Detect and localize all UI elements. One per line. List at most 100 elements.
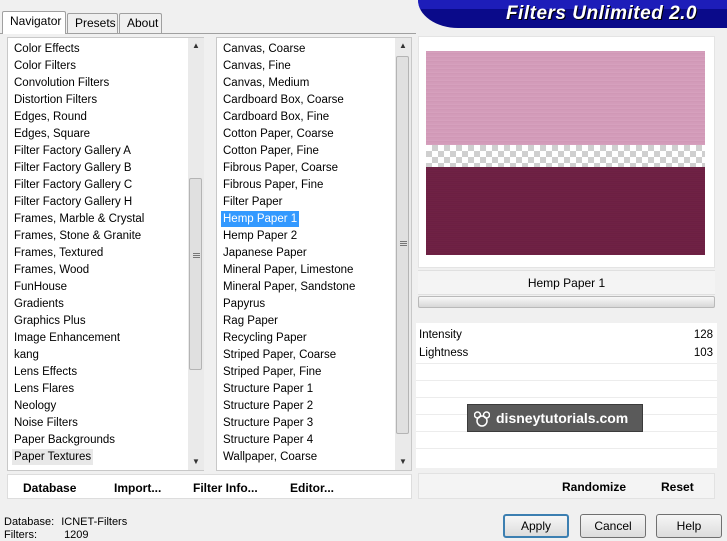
category-item[interactable]: Color Effects (12, 41, 82, 57)
filter-item[interactable]: Hemp Paper 2 (221, 228, 299, 244)
tab-about[interactable]: About (119, 13, 162, 33)
filter-item[interactable]: Wallpaper, Coarse (221, 449, 319, 465)
tab-navigator[interactable]: Navigator (2, 11, 66, 34)
watermark-logo: disneytutorials.com (467, 404, 643, 432)
arrow-up-icon[interactable]: ▲ (395, 38, 411, 54)
filter-list[interactable]: Canvas, Coarse Canvas, Fine Canvas, Medium… (216, 37, 412, 471)
filter-item[interactable]: Structure Paper 2 (221, 398, 315, 414)
filter-item[interactable]: Structure Paper 4 (221, 432, 315, 448)
category-item[interactable]: Lens Effects (12, 364, 79, 380)
param-slot-line (416, 448, 717, 449)
status-filters-label: Filters: (4, 529, 37, 541)
grip-line (193, 257, 200, 258)
category-item[interactable]: Graphics Plus (12, 313, 88, 329)
filter-item[interactable]: Structure Paper 1 (221, 381, 315, 397)
selected-filter-name: Hemp Paper 1 (418, 270, 715, 295)
category-item[interactable]: Filter Factory Gallery B (12, 160, 134, 176)
filter-item[interactable]: Striped Paper, Coarse (221, 347, 338, 363)
status-filters-value: 1209 (64, 529, 89, 541)
category-item[interactable]: Paper Textures (12, 449, 94, 465)
filter-item[interactable]: Cotton Paper, Fine (221, 143, 321, 159)
editor-button[interactable]: Editor... (290, 481, 334, 495)
filter-item[interactable]: Striped Paper, Fine (221, 364, 323, 380)
category-item[interactable]: Distortion Filters (12, 92, 99, 108)
preview-transparency (426, 145, 705, 167)
title-banner: Filters Unlimited 2.0 (418, 0, 727, 28)
category-item[interactable]: Paper Backgrounds (12, 432, 117, 448)
grip-line (193, 253, 200, 254)
category-item[interactable]: Color Filters (12, 58, 78, 74)
category-item[interactable]: Lens Flares (12, 381, 76, 397)
filter-item[interactable]: Fibrous Paper, Fine (221, 177, 325, 193)
import-button[interactable]: Import... (114, 481, 161, 495)
filter-scrollbar[interactable]: ▲ ▼ (395, 38, 411, 470)
filter-item[interactable]: Recycling Paper (221, 330, 309, 346)
arrow-down-icon[interactable]: ▼ (188, 454, 204, 470)
filter-item[interactable]: Fibrous Paper, Coarse (221, 160, 340, 176)
preview-image[interactable] (426, 51, 705, 255)
category-scroll-thumb[interactable] (189, 178, 202, 370)
param-slot-line (416, 380, 717, 381)
tab-presets[interactable]: Presets (67, 13, 118, 33)
filter-item[interactable]: Hemp Paper 1 (221, 211, 300, 227)
filter-item[interactable]: Filter Paper (221, 194, 284, 210)
list-toolbar: Database Import... Filter Info... Editor… (7, 474, 412, 499)
category-item[interactable]: Noise Filters (12, 415, 80, 431)
filter-item[interactable]: Rag Paper (221, 313, 280, 329)
category-item[interactable]: kang (12, 347, 41, 363)
filter-item[interactable]: Japanese Paper (221, 245, 309, 261)
arrow-down-icon[interactable]: ▼ (395, 454, 411, 470)
category-item[interactable]: Frames, Stone & Granite (12, 228, 143, 244)
mickey-icon (474, 411, 490, 427)
category-item[interactable]: Filter Factory Gallery A (12, 143, 133, 159)
param-slot-line (416, 363, 717, 364)
param-intensity[interactable]: Intensity 128 (416, 326, 717, 344)
category-item[interactable]: Filter Factory Gallery C (12, 177, 134, 193)
category-scrollbar[interactable]: ▲ ▼ (188, 38, 204, 470)
filter-item[interactable]: Cotton Paper, Coarse (221, 126, 336, 142)
category-item[interactable]: FunHouse (12, 279, 69, 295)
category-item[interactable]: Filter Factory Gallery H (12, 194, 134, 210)
filter-item[interactable]: Canvas, Fine (221, 58, 293, 74)
category-item[interactable]: Frames, Textured (12, 245, 105, 261)
category-item[interactable]: Image Enhancement (12, 330, 122, 346)
category-item[interactable]: Frames, Marble & Crystal (12, 211, 146, 227)
randomize-button[interactable]: Randomize (562, 480, 626, 494)
arrow-up-icon[interactable]: ▲ (188, 38, 204, 54)
category-item[interactable]: Neology (12, 398, 58, 414)
preview-zoom-bar[interactable] (418, 296, 715, 308)
category-item[interactable]: Edges, Round (12, 109, 89, 125)
apply-button[interactable]: Apply (503, 514, 569, 538)
param-label: Lightness (419, 347, 469, 359)
param-value: 103 (693, 347, 713, 359)
status-database-label: Database: (4, 516, 55, 528)
category-item[interactable]: Convolution Filters (12, 75, 111, 91)
filter-item[interactable]: Papyrus (221, 296, 267, 312)
database-button[interactable]: Database (23, 481, 76, 495)
category-item[interactable]: Gradients (12, 296, 66, 312)
filter-item[interactable]: Canvas, Coarse (221, 41, 307, 57)
filter-item[interactable]: Canvas, Medium (221, 75, 311, 91)
parameter-panel: Intensity 128 Lightness 103 (416, 323, 717, 468)
preset-action-bar: Randomize Reset (418, 473, 715, 499)
category-item[interactable]: Frames, Wood (12, 262, 91, 278)
filter-info-button[interactable]: Filter Info... (193, 481, 258, 495)
grip-line (400, 243, 407, 244)
reset-button[interactable]: Reset (661, 480, 694, 494)
help-button[interactable]: Help (656, 514, 722, 538)
filter-item[interactable]: Mineral Paper, Sandstone (221, 279, 357, 295)
watermark-text: disneytutorials.com (496, 410, 629, 426)
param-lightness[interactable]: Lightness 103 (416, 344, 717, 362)
preview-bottom-band (426, 167, 705, 255)
filter-item[interactable]: Cardboard Box, Fine (221, 109, 331, 125)
grip-line (400, 245, 407, 246)
category-item[interactable]: Edges, Square (12, 126, 92, 142)
preview-top-band (426, 51, 705, 145)
cancel-button[interactable]: Cancel (580, 514, 646, 538)
filter-scroll-thumb[interactable] (396, 56, 409, 434)
category-list[interactable]: Color Effects Color Filters Convolution Fi… (7, 37, 204, 471)
filter-item[interactable]: Cardboard Box, Coarse (221, 92, 346, 108)
filter-item[interactable]: Structure Paper 3 (221, 415, 315, 431)
app-title: Filters Unlimited 2.0 (505, 3, 697, 24)
filter-item[interactable]: Mineral Paper, Limestone (221, 262, 355, 278)
